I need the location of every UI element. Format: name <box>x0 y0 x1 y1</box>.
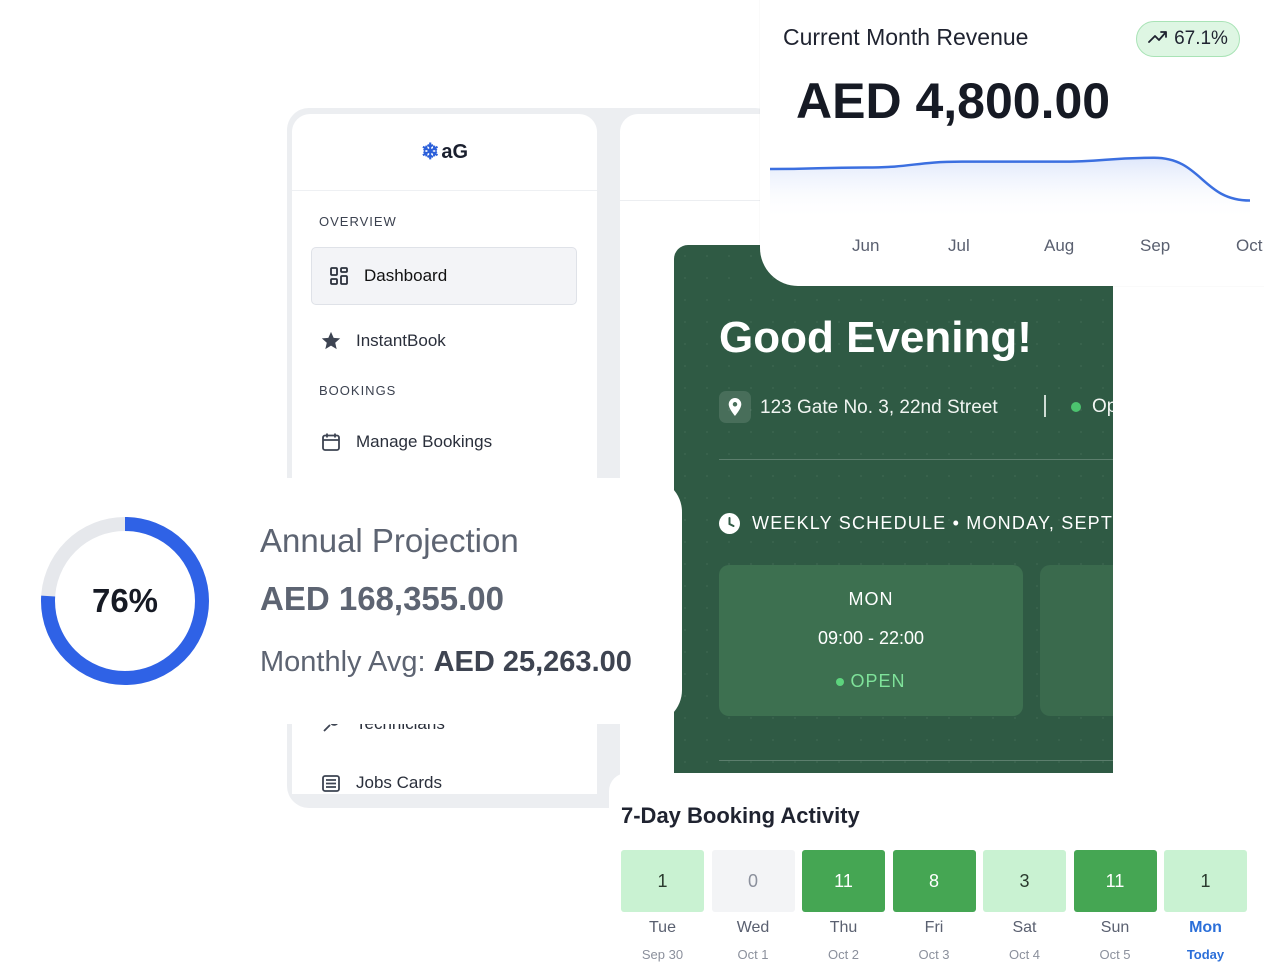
revenue-month-label: Jul <box>948 236 970 255</box>
star-icon <box>320 330 342 352</box>
greeting-title: Good Evening! <box>719 313 1032 362</box>
schedule-day-hours: 09:00 - 22:00 <box>817 628 925 648</box>
welcome-card: Good Evening! 123 Gate No. 3, 22nd Stree… <box>674 245 1113 773</box>
annual-projection-title: Annual Projection <box>260 522 519 559</box>
status-dot <box>836 677 845 686</box>
booking-activity-title: 7-Day Booking Activity <box>621 803 860 828</box>
booking-day-date: Oct 3 <box>918 947 950 962</box>
sidebar-item-jobs-cards[interactable]: Jobs Cards <box>320 770 442 796</box>
booking-day-date: Oct 5 <box>1099 947 1131 962</box>
booking-day-date: Oct 1 <box>737 947 769 962</box>
booking-count-cell: 1 <box>1164 850 1247 912</box>
welcome-divider <box>719 459 1113 460</box>
booking-day-6[interactable]: 1 Mon Today <box>1164 850 1247 962</box>
booking-count-cell: 8 <box>892 850 976 912</box>
monthly-average-label: Monthly Avg: <box>260 646 426 678</box>
sidebar-item-dashboard[interactable]: Dashboard <box>311 247 577 305</box>
booking-count-cell: 3 <box>983 850 1066 912</box>
booking-activity-card: 7-Day Booking Activity 1 Tue Sep 30 0 Wed Oct… <box>609 773 1264 980</box>
booking-day-0[interactable]: 1 Tue Sep 30 <box>621 850 704 962</box>
booking-day-5[interactable]: 11 Sun Oct 5 <box>1073 850 1157 962</box>
booking-day-date: Sep 30 <box>641 947 684 962</box>
booking-day-name: Wed <box>736 919 770 936</box>
revenue-month-label: Jun <box>852 236 880 255</box>
booking-day-3[interactable]: 8 Fri Oct 3 <box>892 850 976 962</box>
booking-day-date: Today <box>1186 947 1225 962</box>
booking-count-cell: 1 <box>621 850 704 912</box>
schedule-day-status: OPEN <box>836 671 905 692</box>
revenue-amount: AED 4,800.00 <box>796 73 1111 129</box>
revenue-month-label: Aug <box>1044 236 1075 255</box>
annual-projection-amount: AED 168,355.00 <box>260 580 505 617</box>
monthly-average-value: AED 25,263.00 <box>433 646 632 678</box>
revenue-month-label: Oct <box>1236 236 1263 255</box>
welcome-divider-bottom <box>719 760 1113 761</box>
booking-day-name: Mon <box>1189 919 1222 936</box>
booking-count-cell: 11 <box>1073 850 1157 912</box>
schedule-day-name: MON <box>848 589 894 609</box>
logo-text: aG <box>441 140 469 163</box>
sidebar-item-manage-bookings[interactable]: Manage Bookings <box>320 429 492 455</box>
booking-day-1[interactable]: 0 Wed Oct 1 <box>711 850 795 962</box>
annual-projection-card: 76% Annual Projection AED 168,355.00 Mon… <box>0 478 682 724</box>
revenue-card: Current Month Revenue 67.1% AED 4,800.00… <box>760 0 1264 286</box>
booking-count-cell: 11 <box>802 850 885 912</box>
sidebar-item-instantbook[interactable]: InstantBook <box>320 328 446 354</box>
sidebar-logo[interactable]: ❄ aG <box>292 114 597 191</box>
schedule-day-card[interactable]: MON 09:00 - 22:00 OPEN <box>719 565 1023 716</box>
booking-day-name: Thu <box>829 919 858 936</box>
clock-icon <box>719 513 740 534</box>
header-divider <box>620 200 780 201</box>
revenue-month-label: Sep <box>1140 236 1171 255</box>
weekly-schedule-heading: WEEKLY SCHEDULE • MONDAY, SEPTE <box>752 513 1113 533</box>
archive-icon <box>320 772 342 794</box>
sidebar-item-label: Manage Bookings <box>356 432 493 451</box>
schedule-status-label: OPEN <box>850 671 906 691</box>
booking-day-date: Oct 2 <box>827 947 860 962</box>
sidebar-item-label: InstantBook <box>356 331 446 350</box>
progress-percent: 76% <box>91 582 159 619</box>
booking-day-4[interactable]: 3 Sat Oct 4 <box>983 850 1066 962</box>
grid-icon <box>328 265 350 287</box>
monthly-average: Monthly Avg: AED 25,263.00 <box>260 646 632 679</box>
location-address: 123 Gate No. 3, 22nd Street <box>760 397 998 418</box>
booking-day-name: Tue <box>649 919 676 936</box>
trending-up-icon <box>1148 28 1168 50</box>
sidebar-item-label: Jobs Cards <box>356 773 442 792</box>
section-label-bookings: BOOKINGS <box>319 383 397 398</box>
calendar-icon <box>320 431 342 453</box>
revenue-title: Current Month Revenue <box>783 24 1029 50</box>
sidebar-item-label: Dashboard <box>364 266 448 285</box>
open-status-dot <box>1071 402 1081 412</box>
section-label-overview: OVERVIEW <box>319 214 397 229</box>
booking-day-name: Sat <box>1012 919 1037 936</box>
booking-day-date: Oct 4 <box>1008 947 1041 962</box>
booking-day-2[interactable]: 11 Thu Oct 2 <box>802 850 885 962</box>
location-separator <box>1044 395 1046 417</box>
schedule-day-card-next[interactable] <box>1040 565 1113 716</box>
booking-day-name: Fri <box>924 919 944 936</box>
booking-count-cell: 0 <box>711 850 795 912</box>
revenue-area-chart <box>770 156 1251 220</box>
revenue-change-badge: 67.1% <box>1136 21 1240 57</box>
snowflake-logo-icon: ❄ <box>420 139 440 164</box>
location-pin-icon <box>719 391 751 423</box>
revenue-change-value: 67.1% <box>1174 28 1228 49</box>
open-status-text: Op <box>1092 396 1113 417</box>
booking-day-name: Sun <box>1100 919 1130 936</box>
